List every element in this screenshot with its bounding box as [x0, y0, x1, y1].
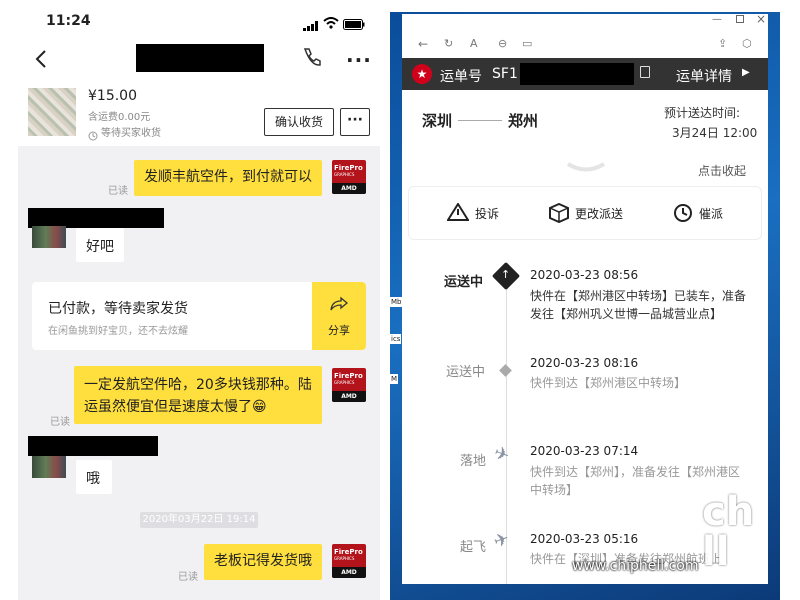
copy-icon[interactable]: [640, 66, 650, 78]
airplane-takeoff-icon: ✈: [490, 528, 513, 553]
redacted-tracking-number: [520, 63, 634, 85]
airplane-landing-icon: ✈: [490, 442, 513, 467]
refresh-icon[interactable]: ↻: [444, 37, 453, 50]
chevron-right-icon[interactable]: ▶: [742, 67, 750, 78]
battery-icon: [343, 15, 365, 34]
maximize-icon[interactable]: [736, 15, 744, 23]
redacted-sender-name: [28, 436, 158, 456]
event-text: 快件在【郑州港区中转场】已装车，准备发往【郑州巩义世博一品城营业点】: [530, 289, 747, 321]
card-subtitle: 在闲鱼挑到好宝贝，还不去炫耀: [48, 326, 188, 337]
event-label: 运送中: [446, 365, 486, 380]
event-time: 2020-03-23 08:16: [530, 356, 639, 370]
route-to: 郑州: [508, 112, 539, 130]
message-bubble-received[interactable]: 好吧: [76, 228, 124, 262]
status-bar: 11:24: [18, 0, 380, 40]
message-bubble-sent[interactable]: 老板记得发货哦: [204, 544, 322, 580]
event-label: 起飞: [460, 540, 487, 555]
close-icon[interactable]: ×: [756, 14, 766, 26]
avatar-other[interactable]: [32, 226, 66, 248]
redacted-contact-name: [136, 44, 264, 72]
cube-icon[interactable]: ⬡: [742, 37, 752, 50]
avatar-self[interactable]: FirePro GRAPHICS AMD: [332, 544, 366, 578]
collapse-link[interactable]: 点击收起: [698, 162, 746, 179]
more-icon[interactable]: ···: [346, 48, 372, 72]
event-label: 运送中: [444, 275, 484, 290]
tracking-label: 运单号: [440, 69, 482, 85]
side-text: M: [390, 374, 399, 384]
route-from: 深圳: [422, 112, 453, 130]
waybill-header: ★ 运单号 SF1 运单详情 ▶: [402, 58, 768, 90]
share-button[interactable]: 分享: [312, 282, 366, 350]
chat-nav-bar: ···: [18, 40, 380, 80]
call-icon[interactable]: [301, 46, 323, 72]
chevron-down-icon[interactable]: [566, 158, 606, 177]
card-title: 已付款，等待卖家发货: [48, 301, 188, 317]
side-text: Mb: [390, 297, 403, 307]
confirm-receipt-button[interactable]: 确认收货: [264, 108, 334, 136]
avatar-self[interactable]: FirePro GRAPHICS AMD: [332, 368, 366, 402]
minimize-icon[interactable]: —: [712, 14, 722, 25]
order-shipping: 含运费0.00元: [88, 112, 151, 123]
product-thumbnail[interactable]: [28, 88, 76, 136]
back-icon[interactable]: [34, 48, 48, 74]
eta-label: 预计送达时间:: [664, 106, 741, 120]
share-label: 分享: [328, 324, 350, 337]
watermark-text: www.chiphell.com: [572, 558, 699, 574]
redacted-sender-name: [28, 208, 164, 228]
message-bubble-sent[interactable]: 一定发航空件哈，20多块钱那种。陆运虽然便宜但是速度太慢了😁: [74, 366, 322, 424]
route-arrow-line: [458, 120, 502, 121]
read-receipt: 已读: [108, 186, 128, 197]
payment-card[interactable]: 已付款，等待卖家发货 在闲鱼挑到好宝贝，还不去炫耀 分享: [32, 282, 366, 350]
avatar-self[interactable]: FirePro GRAPHICS AMD: [332, 160, 366, 194]
message-bubble-received[interactable]: 哦: [76, 460, 112, 494]
chat-screen: 11:24 ··· ¥15.00 含运费0.00元 等待买家收货 确认收货 ··…: [18, 0, 380, 600]
event-time: 2020-03-23 05:16: [530, 532, 639, 546]
urge-label: 催派: [699, 207, 724, 221]
back-icon[interactable]: ←: [418, 37, 428, 51]
sf-logo-icon: ★: [412, 64, 432, 84]
link-icon[interactable]: ⊖: [498, 37, 507, 50]
arrow-up-icon: ↑: [501, 268, 511, 281]
wifi-icon: [323, 14, 339, 33]
status-time: 11:24: [46, 13, 91, 29]
event-label: 落地: [460, 454, 487, 469]
share-icon[interactable]: ⇪: [718, 37, 727, 50]
browser-toolbar: ← ↻ A ⊖ ▭ ⇪ ⬡: [402, 36, 768, 56]
watermark-logo: ch ll: [702, 489, 755, 575]
avatar-other[interactable]: [32, 456, 66, 478]
complain-label: 投诉: [475, 207, 500, 221]
details-link[interactable]: 运单详情: [676, 66, 732, 86]
change-delivery-label: 更改派送: [575, 207, 624, 221]
side-text: ics: [390, 334, 402, 344]
warning-icon: [446, 202, 470, 225]
font-icon[interactable]: A: [470, 37, 478, 50]
tracking-prefix: SF1: [492, 66, 518, 82]
clock-icon: [673, 203, 693, 227]
event-time: 2020-03-23 08:56: [530, 268, 639, 282]
order-status: 等待买家收货: [101, 128, 161, 139]
read-receipt: 已读: [178, 572, 198, 583]
clock-icon: [88, 126, 98, 145]
eta-value: 3月24日 12:00: [672, 126, 758, 140]
action-bar: 投诉 更改派送 催派: [408, 186, 762, 240]
event-text: 快件到达【郑州港区中转场】: [530, 376, 687, 390]
share-icon: [330, 296, 349, 316]
order-card: ¥15.00 含运费0.00元 等待买家收货 确认收货 ···: [18, 80, 380, 146]
package-icon: [549, 202, 569, 227]
message-bubble-sent[interactable]: 发顺丰航空件，到付就可以: [134, 160, 322, 196]
read-receipt: 已读: [50, 417, 70, 428]
dot-icon: [499, 364, 512, 377]
bookmark-icon[interactable]: ▭: [522, 37, 532, 50]
event-time: 2020-03-23 07:14: [530, 444, 639, 458]
order-more-button[interactable]: ···: [340, 108, 370, 136]
signal-icon: [303, 16, 319, 31]
order-price: ¥15.00: [88, 88, 137, 104]
chat-timestamp: 2020年03月22日 19:14: [140, 512, 258, 528]
browser-window: — × ← ↻ A ⊖ ▭ ⇪ ⬡ ★ 运单号 SF1 运单详情 ▶ 深圳 郑州…: [402, 14, 768, 584]
